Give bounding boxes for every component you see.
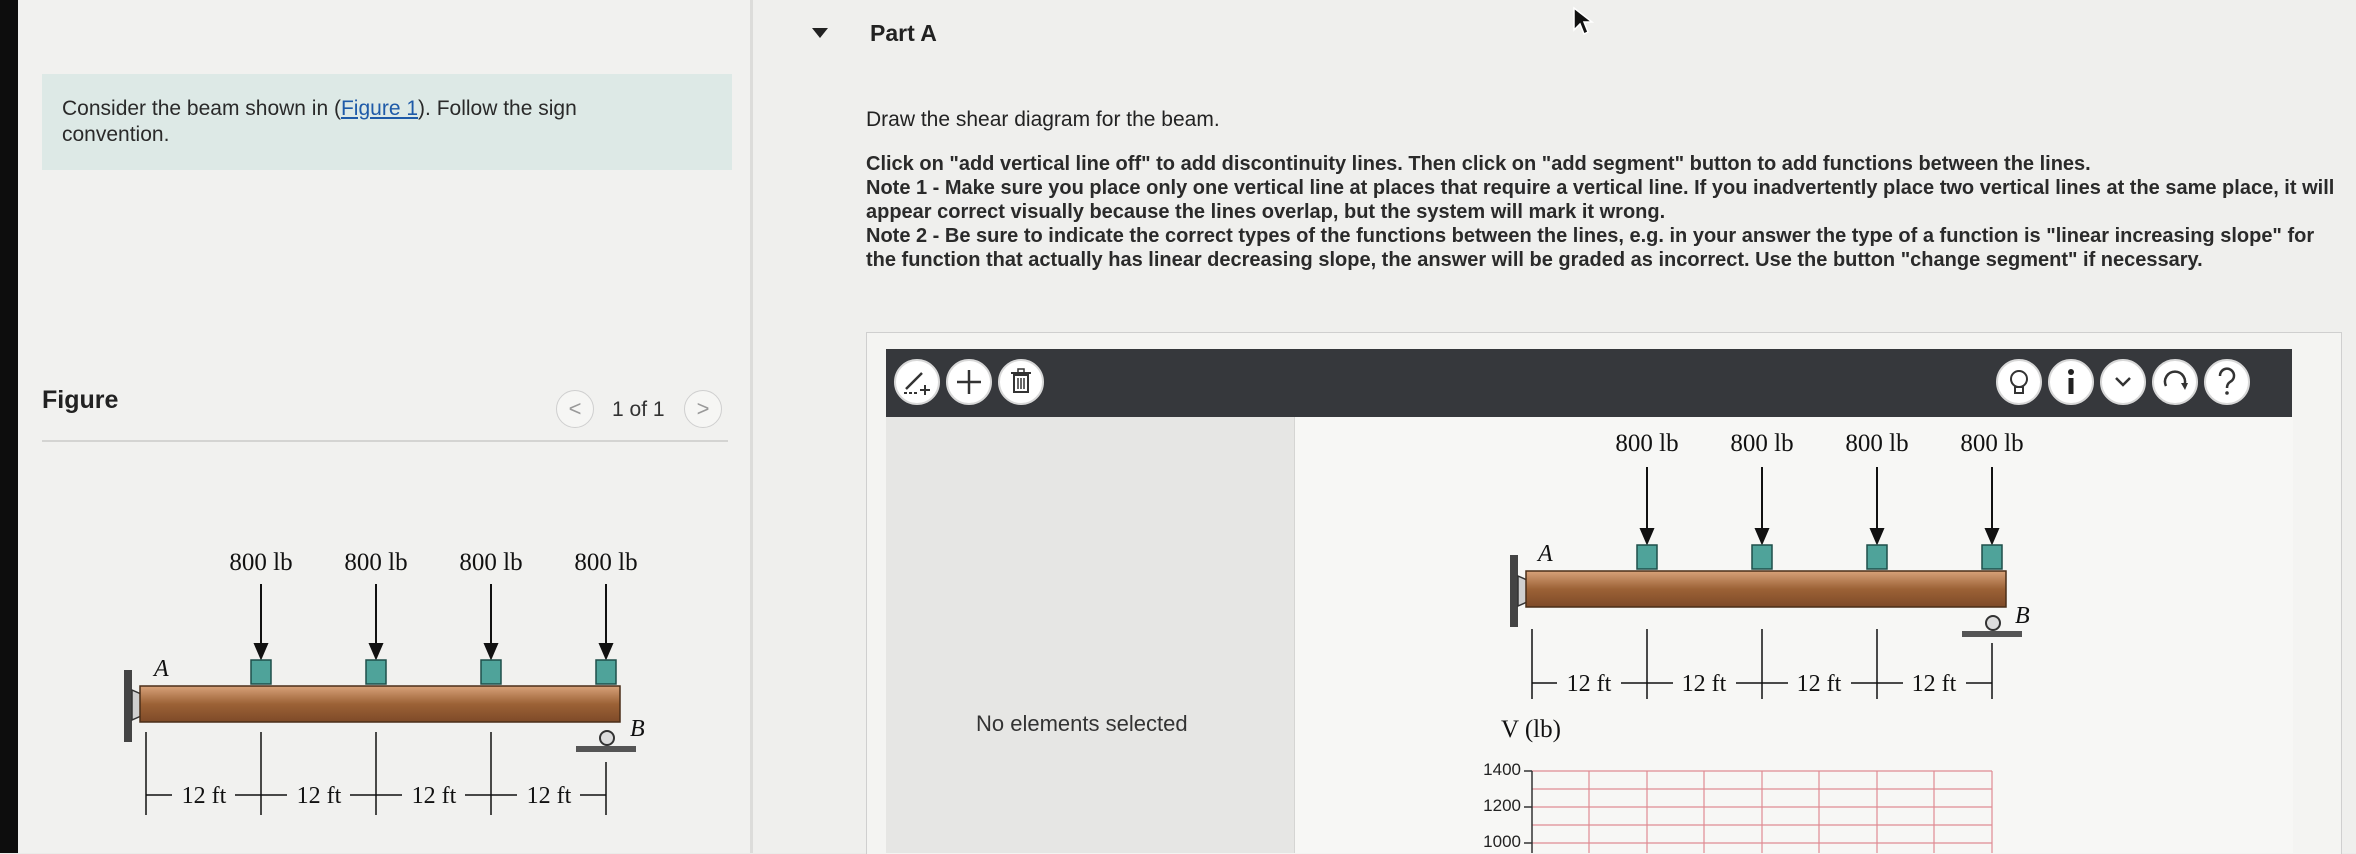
collapse-caret-icon[interactable]	[812, 28, 828, 38]
roller-base-b	[1962, 631, 2022, 637]
add-segment-button[interactable]	[946, 359, 992, 405]
roller-b	[599, 730, 615, 746]
hint-icon	[2010, 370, 2028, 394]
instruction-text: Draw the shear diagram for the beam.	[866, 108, 1220, 131]
span-label: 12 ft	[527, 783, 572, 809]
instruction-note: Note 2 - Be sure to indicate the correct…	[866, 225, 2315, 271]
drawing-toolbar	[886, 349, 2292, 417]
beam	[139, 685, 621, 723]
span-label: 12 ft	[1682, 671, 1727, 697]
span-label: 12 ft	[1797, 671, 1842, 697]
load-arrows	[1639, 467, 2000, 546]
y-tick-label: 1400	[1483, 760, 1521, 779]
figure-divider	[42, 440, 728, 442]
shear-axis-label: V (lb)	[1501, 716, 1561, 743]
span-label: 12 ft	[1912, 671, 1957, 697]
roller-base-b	[576, 746, 636, 752]
delete-icon	[1011, 368, 1031, 393]
help-icon	[2218, 367, 2236, 395]
support-a-label: A	[152, 656, 169, 682]
next-figure-button[interactable]: >	[684, 390, 722, 428]
load-blocks	[1636, 544, 2003, 570]
help-button[interactable]	[2204, 359, 2250, 405]
load-label: 800 lb	[1615, 430, 1678, 457]
load-arrows	[253, 584, 614, 661]
support-b-label: B	[630, 716, 645, 742]
load-label: 800 lb	[1730, 430, 1793, 457]
part-title: Part A	[870, 20, 937, 46]
load-label: 800 lb	[1845, 430, 1908, 457]
shear-axis	[1524, 770, 1533, 853]
previous-figure-button[interactable]: <	[556, 390, 594, 428]
y-tick-label: 1200	[1483, 796, 1521, 815]
shear-grid	[1532, 770, 1993, 853]
beam-diagram: 800 lb 800 lb 800 lb 800 lb A B 12 ft 12…	[1483, 430, 2030, 853]
reset-icon	[2163, 370, 2188, 390]
problem-statement: Consider the beam shown in (Figure 1). F…	[42, 74, 732, 170]
wall-support-a	[124, 670, 132, 742]
delete-button[interactable]	[998, 359, 1044, 405]
figure-heading: Figure	[42, 386, 119, 414]
instruction-note: Click on "add vertical line off" to add …	[866, 153, 2091, 175]
add-vertical-line-icon	[904, 372, 930, 395]
load-blocks	[250, 659, 617, 685]
options-dropdown-button[interactable]	[2100, 359, 2146, 405]
instruction-note: Note 1 - Make sure you place only one ve…	[866, 177, 2335, 223]
figure-page-count: 1 of 1	[612, 398, 665, 421]
load-label: 800 lb	[459, 549, 522, 576]
info-icon	[2068, 369, 2074, 394]
chevron-down-icon	[2115, 377, 2131, 387]
drawing-canvas[interactable]: 800 lb 800 lb 800 lb 800 lb A B 12 ft 12…	[1294, 417, 2293, 853]
instructions: Draw the shear diagram for the beam. Cli…	[866, 108, 2346, 272]
info-button[interactable]	[2048, 359, 2094, 405]
hint-button[interactable]	[1996, 359, 2042, 405]
span-label: 12 ft	[412, 783, 457, 809]
figure-link[interactable]: Figure 1	[341, 97, 418, 120]
properties-panel: No elements selected	[886, 417, 1294, 853]
load-label: 800 lb	[229, 549, 292, 576]
load-label: 800 lb	[1960, 430, 2023, 457]
add-segment-icon	[957, 370, 981, 394]
beam	[1525, 570, 2007, 608]
support-a-label: A	[1536, 541, 1553, 567]
span-label: 12 ft	[297, 783, 342, 809]
y-tick-label: 1000	[1483, 832, 1521, 851]
selection-status: No elements selected	[976, 711, 1188, 736]
wall-support-a	[1510, 555, 1518, 627]
support-b-label: B	[2015, 603, 2030, 629]
reset-button[interactable]	[2152, 359, 2198, 405]
roller-b	[1985, 615, 2001, 631]
load-label: 800 lb	[344, 549, 407, 576]
span-label: 12 ft	[1567, 671, 1612, 697]
add-vertical-line-button[interactable]	[894, 359, 940, 405]
mouse-cursor-icon	[1573, 6, 1594, 36]
load-label: 800 lb	[574, 549, 637, 576]
window-edge	[0, 0, 18, 853]
problem-text: Consider the beam shown in (Figure 1). F…	[62, 97, 577, 146]
span-label: 12 ft	[182, 783, 227, 809]
beam-figure: 800 lb 800 lb 800 lb 800 lb A B 12 ft 12…	[124, 549, 645, 815]
